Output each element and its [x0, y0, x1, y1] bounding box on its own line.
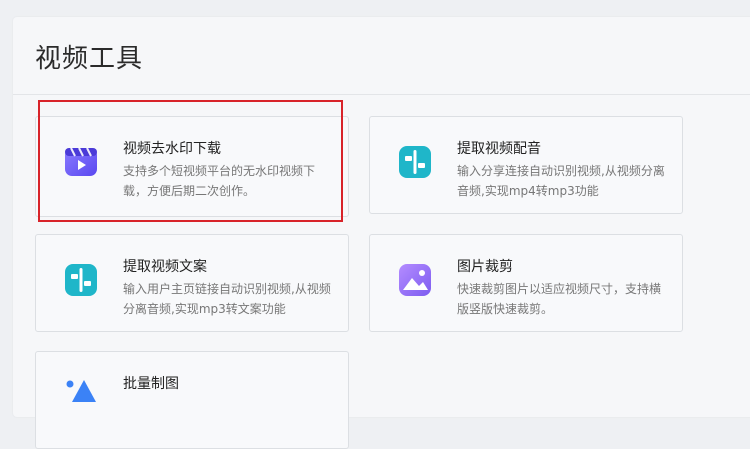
- tool-card-extract-copy[interactable]: 提取视频文案 输入用户主页链接自动识别视频,从视频分离音频,实现mp3转文案功能: [35, 234, 349, 332]
- image-icon: [398, 263, 432, 297]
- tool-title: 批量制图: [123, 376, 179, 392]
- tool-card-watermark-download[interactable]: 视频去水印下载 支持多个短视频平台的无水印视频下载，方便后期二次创作。: [35, 116, 349, 217]
- tool-title: 提取视频配音: [457, 141, 541, 157]
- tool-description: 快速裁剪图片以适应视频尺寸，支持横版竖版快速裁剪。: [457, 282, 662, 316]
- split-icon: [64, 263, 98, 297]
- clapperboard-icon: [64, 145, 98, 179]
- shapes-icon: [64, 378, 98, 412]
- tool-title: 视频去水印下载: [123, 141, 221, 157]
- tool-description: 支持多个短视频平台的无水印视频下载，方便后期二次创作。: [123, 164, 316, 198]
- tool-card-extract-audio[interactable]: 提取视频配音 输入分享连接自动识别视频,从视频分离音频,实现mp4转mp3功能: [369, 116, 683, 214]
- tool-card-image-crop[interactable]: 图片裁剪 快速裁剪图片以适应视频尺寸，支持横版竖版快速裁剪。: [369, 234, 683, 332]
- tool-description: 输入用户主页链接自动识别视频,从视频分离音频,实现mp3转文案功能: [123, 282, 331, 316]
- split-icon: [398, 145, 432, 179]
- tool-description: 输入分享连接自动识别视频,从视频分离音频,实现mp4转mp3功能: [457, 164, 665, 198]
- page-title: 视频工具: [35, 44, 144, 74]
- tool-title: 图片裁剪: [457, 259, 513, 275]
- tool-card-batch-drawing[interactable]: 批量制图: [35, 351, 349, 449]
- divider: [13, 94, 750, 95]
- tool-title: 提取视频文案: [123, 259, 207, 275]
